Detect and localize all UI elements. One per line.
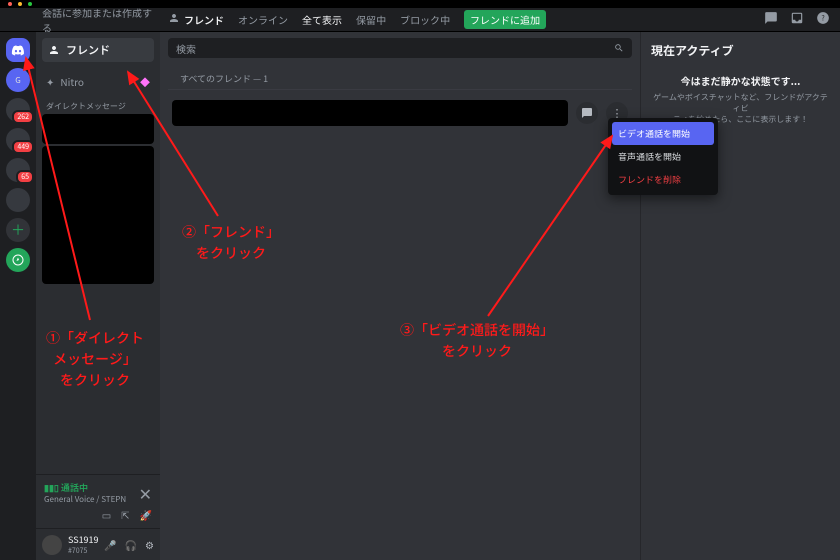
user-panel: SS1919 #7075 🎤 🎧 ⚙ <box>36 528 160 560</box>
friend-identity <box>172 100 568 126</box>
friends-icon <box>168 12 180 27</box>
explore-button[interactable] <box>6 248 30 272</box>
help-icon[interactable]: ? <box>816 11 830 28</box>
close-dot[interactable] <box>8 2 12 6</box>
search-placeholder: 検索 <box>176 41 196 56</box>
zoom-dot[interactable] <box>28 2 32 6</box>
screenshare-icon[interactable]: ⇱ <box>121 507 129 522</box>
ctx-start-voice[interactable]: 音声通話を開始 <box>612 145 714 168</box>
user-tag: #7075 <box>68 546 98 556</box>
friend-list-header: すべてのフレンド — 1 <box>168 64 632 90</box>
friends-nav-label: フレンド <box>66 42 110 58</box>
gear-icon[interactable]: ⚙ <box>145 537 154 552</box>
tab-pending[interactable]: 保留中 <box>356 12 386 27</box>
friend-row[interactable]: ⋮ <box>168 96 632 130</box>
user-name: SS1919 <box>68 533 98 546</box>
server-2-badge: 262 <box>12 110 34 124</box>
server-5[interactable] <box>6 188 30 212</box>
main-pane: 検索 すべてのフレンド — 1 ⋮ <box>160 32 640 560</box>
add-friend-button[interactable]: フレンドに追加 <box>464 10 546 29</box>
voice-channel-label: General Voice / STEPN <box>44 494 126 505</box>
server-2[interactable]: 262 <box>6 98 30 122</box>
friends-header: フレンド <box>168 12 224 27</box>
mic-mute-icon[interactable]: 🎤 <box>104 537 116 552</box>
activity-subtitle: 今はまだ静かな状態です... <box>651 73 830 88</box>
voice-status-label: 通話中 <box>61 481 88 494</box>
server-4-badge: 65 <box>16 170 34 184</box>
titlebar: 会話に参加または作成する フレンド オンライン 全て表示 保留中 ブロック中 フ… <box>0 8 840 32</box>
search-input[interactable]: 検索 <box>168 38 632 58</box>
voice-panel: ▮▮▯ 通話中 General Voice / STEPN ✕ ▭ ⇱ 🚀 <box>36 474 160 528</box>
disconnect-icon[interactable]: ✕ <box>139 481 152 505</box>
activity-icon[interactable]: 🚀 <box>140 507 152 522</box>
tab-all[interactable]: 全て表示 <box>302 12 342 27</box>
dm-item[interactable] <box>42 114 154 144</box>
activity-title: 現在アクティブ <box>651 42 830 59</box>
dm-home-button[interactable] <box>6 38 30 62</box>
video-icon[interactable]: ▭ <box>102 507 111 522</box>
message-button[interactable] <box>576 102 598 124</box>
context-menu: ビデオ通話を開始 音声通話を開始 フレンドを削除 <box>608 118 718 195</box>
nitro-boost-icon: ◆ <box>140 74 150 89</box>
ctx-remove-friend[interactable]: フレンドを削除 <box>612 168 714 191</box>
server-3-badge: 449 <box>12 140 34 154</box>
ctx-start-video[interactable]: ビデオ通話を開始 <box>612 122 714 145</box>
dm-item[interactable] <box>42 146 154 284</box>
add-server-button[interactable]: ＋ <box>6 218 30 242</box>
nitro-icon: ✦ <box>46 74 54 89</box>
minimize-dot[interactable] <box>18 2 22 6</box>
activity-column: 現在アクティブ 今はまだ静かな状態です... ゲームやボイスチャットなど、フレン… <box>640 32 840 560</box>
friends-nav-item[interactable]: フレンド <box>42 38 154 62</box>
tab-online[interactable]: オンライン <box>238 12 288 27</box>
inbox-icon[interactable] <box>790 11 804 28</box>
friends-nav-icon <box>48 44 60 56</box>
dm-column: フレンド ✦ Nitro ◆ ダイレクトメッセージ ▮▮▯ 通話中 General… <box>36 32 160 560</box>
nitro-label: Nitro <box>60 74 84 89</box>
dm-list <box>36 114 160 294</box>
dm-section-header: ダイレクトメッセージ <box>36 95 160 114</box>
search-icon <box>614 41 624 56</box>
headphones-icon[interactable]: 🎧 <box>125 537 137 552</box>
server-4[interactable]: 65 <box>6 158 30 182</box>
server-1[interactable]: G <box>6 68 30 92</box>
nitro-nav-item[interactable]: ✦ Nitro ◆ <box>36 68 160 95</box>
svg-text:?: ? <box>821 13 824 23</box>
avatar[interactable] <box>42 535 62 555</box>
server-rail: G 262 449 65 ＋ <box>0 32 36 560</box>
tab-blocked[interactable]: ブロック中 <box>400 12 450 27</box>
new-dm-icon[interactable] <box>764 11 778 28</box>
dm-search-prompt[interactable]: 会話に参加または作成する <box>36 5 160 35</box>
friends-header-label: フレンド <box>184 12 224 27</box>
server-3[interactable]: 449 <box>6 128 30 152</box>
signal-icon: ▮▮▯ <box>44 481 59 494</box>
